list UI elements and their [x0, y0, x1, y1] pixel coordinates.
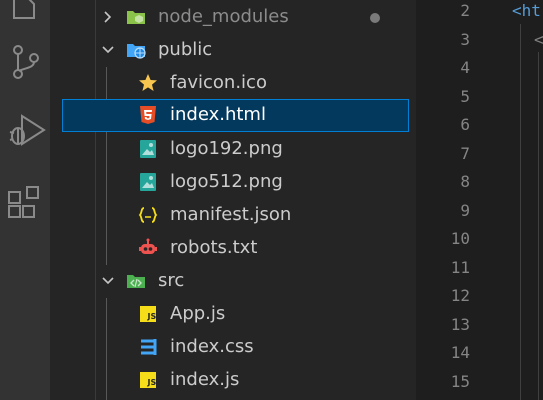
tree-item-manifest[interactable]: manifest.json — [50, 199, 416, 232]
image-icon — [140, 140, 156, 158]
js-icon: JS — [140, 306, 157, 322]
line-number: 10 — [450, 229, 470, 248]
run-debug-icon[interactable] — [0, 106, 50, 156]
tree-item-label: favicon.ico — [170, 72, 267, 93]
line-number: 13 — [450, 315, 470, 334]
src-folder-icon — [127, 275, 145, 288]
tree-item-index-js[interactable]: JS index.js — [50, 364, 416, 397]
line-number: 3 — [460, 30, 470, 49]
chevron-right-icon[interactable] — [100, 9, 116, 25]
explorer-sidebar: node_modules public favicon.ico index.ht… — [50, 0, 416, 400]
html5-icon — [140, 106, 156, 124]
json-icon — [138, 207, 158, 223]
line-number: 4 — [460, 58, 470, 77]
line-number: 8 — [460, 172, 470, 191]
tree-item-label: index.css — [170, 336, 254, 357]
tree-item-logo192[interactable]: logo192.png — [50, 133, 416, 166]
tree-item-label: manifest.json — [170, 204, 292, 225]
line-number: 5 — [460, 87, 470, 106]
tree-item-label: src — [158, 270, 185, 291]
modified-dot — [370, 13, 380, 23]
node-folder-icon — [127, 11, 145, 24]
tree-item-label: index.html — [170, 104, 266, 125]
svg-text:JS: JS — [147, 312, 157, 321]
source-control-icon[interactable] — [0, 38, 50, 88]
tree-item-label: node_modules — [158, 6, 289, 27]
code-indent-guide — [538, 52, 539, 400]
line-number: 15 — [450, 372, 470, 391]
line-number: 14 — [450, 343, 470, 362]
css3-icon — [141, 339, 157, 355]
tree-item-index-css[interactable]: index.css — [50, 331, 416, 364]
line-number: 6 — [460, 115, 470, 134]
tree-item-robots[interactable]: robots.txt — [50, 232, 416, 265]
code-line-3: < — [534, 30, 543, 49]
chevron-down-icon[interactable] — [100, 273, 116, 289]
tree-item-label: App.js — [170, 303, 226, 324]
tree-item-label: index.js — [170, 369, 240, 390]
tree-item-logo512[interactable]: logo512.png — [50, 166, 416, 199]
svg-text:JS: JS — [147, 378, 157, 387]
tree-item-src[interactable]: src — [50, 265, 416, 298]
line-number: 7 — [460, 144, 470, 163]
extensions-icon[interactable] — [0, 180, 50, 230]
tree-item-favicon[interactable]: favicon.ico — [50, 67, 416, 100]
code-editor[interactable]: 2 3 4 5 6 7 8 9 10 11 12 13 14 15 <ht < — [416, 0, 543, 400]
tree-item-index-html[interactable]: index.html — [62, 99, 409, 132]
robot-icon — [139, 238, 157, 254]
star-icon — [139, 74, 157, 91]
tree-item-label: logo512.png — [170, 171, 283, 192]
image-icon — [140, 173, 156, 191]
line-number: 9 — [460, 201, 470, 220]
tree-item-node-modules[interactable]: node_modules — [50, 1, 416, 34]
code-indent-guide — [520, 24, 521, 400]
tree-item-public[interactable]: public — [50, 34, 416, 67]
tree-item-app-js[interactable]: JS App.js — [50, 298, 416, 331]
vscode-window: node_modules public favicon.ico index.ht… — [0, 0, 543, 400]
line-number: 12 — [450, 286, 470, 305]
code-line-2: <ht — [512, 1, 541, 21]
tree-item-label: robots.txt — [170, 237, 258, 258]
explorer-icon[interactable] — [0, 0, 50, 30]
js-icon: JS — [140, 372, 157, 388]
public-folder-icon — [127, 44, 146, 59]
tree-item-label: logo192.png — [170, 138, 283, 159]
line-number: 2 — [460, 1, 470, 20]
chevron-down-icon[interactable] — [100, 42, 116, 58]
line-number: 11 — [450, 258, 470, 277]
activity-bar — [0, 0, 50, 400]
code-token-tag: <ht — [512, 1, 541, 20]
tree-item-label: public — [158, 39, 213, 60]
